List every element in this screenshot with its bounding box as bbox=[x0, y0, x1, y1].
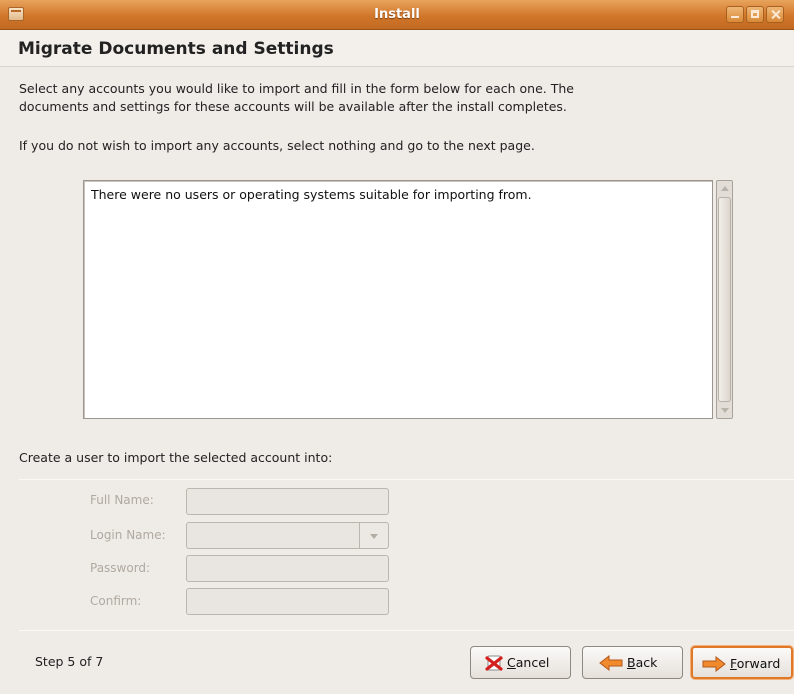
form-separator bbox=[19, 479, 794, 480]
right-arrow-icon bbox=[702, 656, 726, 672]
forward-mnemonic: F bbox=[730, 656, 737, 671]
cancel-label: Cancel bbox=[507, 655, 549, 670]
back-mnemonic: B bbox=[627, 655, 636, 670]
step-indicator: Step 5 of 7 bbox=[35, 654, 104, 669]
left-arrow-icon bbox=[599, 655, 623, 671]
password-field[interactable] bbox=[186, 555, 389, 582]
forward-button[interactable]: Forward bbox=[691, 646, 793, 679]
login-name-dropdown-icon[interactable] bbox=[359, 522, 389, 549]
skip-note: If you do not wish to import any account… bbox=[19, 138, 535, 153]
login-name-field[interactable] bbox=[186, 522, 360, 549]
back-button[interactable]: Back bbox=[582, 646, 683, 679]
cancel-mnemonic: C bbox=[507, 655, 516, 670]
accounts-list-scrollbar[interactable] bbox=[716, 180, 733, 419]
accounts-empty-message: There were no users or operating systems… bbox=[91, 187, 532, 202]
confirm-label: Confirm: bbox=[90, 594, 142, 608]
intro-text: Select any accounts you would like to im… bbox=[19, 80, 779, 116]
scroll-down-icon[interactable] bbox=[719, 405, 730, 416]
forward-label: Forward bbox=[730, 656, 780, 671]
minimize-button[interactable] bbox=[726, 6, 744, 23]
page-header: Migrate Documents and Settings bbox=[0, 30, 794, 67]
page-title: Migrate Documents and Settings bbox=[18, 39, 334, 59]
cancel-button[interactable]: Cancel bbox=[470, 646, 571, 679]
close-button[interactable] bbox=[766, 6, 784, 23]
cancel-icon bbox=[485, 655, 503, 671]
intro-line-1: Select any accounts you would like to im… bbox=[19, 81, 574, 96]
back-label: Back bbox=[627, 655, 657, 670]
maximize-button[interactable] bbox=[746, 6, 764, 23]
window-title: Install bbox=[374, 7, 420, 22]
accounts-list[interactable]: There were no users or operating systems… bbox=[83, 180, 713, 419]
window-titlebar[interactable]: Install bbox=[0, 0, 794, 30]
footer-separator bbox=[19, 630, 794, 631]
back-label-rest: ack bbox=[635, 655, 658, 670]
create-user-label: Create a user to import the selected acc… bbox=[19, 450, 333, 465]
scroll-up-icon[interactable] bbox=[719, 183, 730, 194]
cancel-label-rest: ancel bbox=[515, 655, 550, 670]
password-label: Password: bbox=[90, 561, 151, 575]
forward-label-rest: orward bbox=[736, 656, 781, 671]
scroll-thumb[interactable] bbox=[718, 197, 731, 402]
full-name-field[interactable] bbox=[186, 488, 389, 515]
intro-line-2: documents and settings for these account… bbox=[19, 99, 567, 114]
confirm-password-field[interactable] bbox=[186, 588, 389, 615]
full-name-label: Full Name: bbox=[90, 493, 154, 507]
login-name-label: Login Name: bbox=[90, 528, 166, 542]
